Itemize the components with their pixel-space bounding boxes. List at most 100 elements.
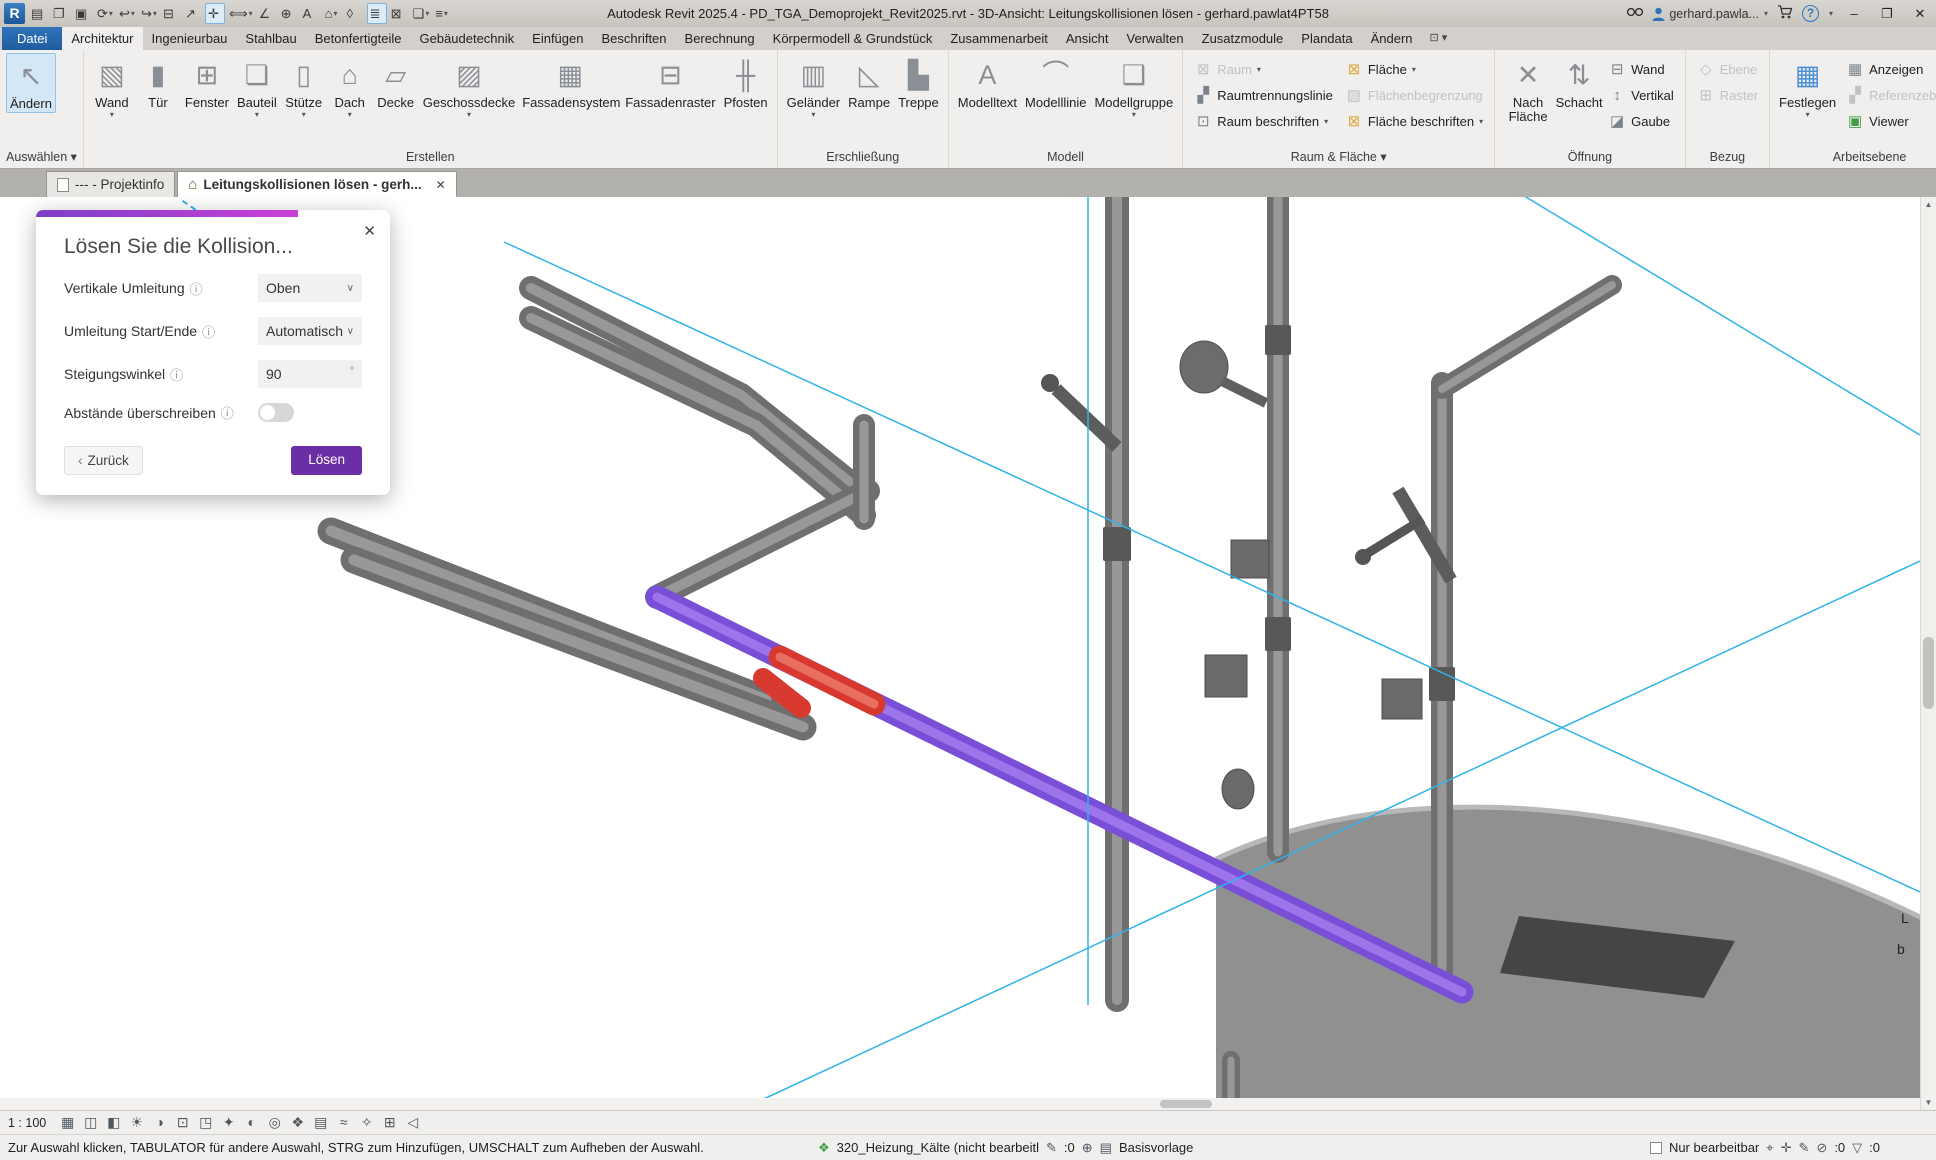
- open-icon[interactable]: ❐: [51, 3, 71, 24]
- info-icon[interactable]: ⓘ: [221, 403, 234, 422]
- highlight-displacement-icon[interactable]: ✧: [357, 1114, 376, 1131]
- dialog-close-icon[interactable]: ✕: [363, 222, 376, 240]
- tag-icon[interactable]: ⊕: [279, 3, 299, 24]
- active-design-option[interactable]: Basisvorlage: [1119, 1140, 1193, 1155]
- help-dropdown-icon[interactable]: ▾: [1829, 9, 1833, 18]
- field-select-vertikale-umleitung[interactable]: Oben∨: [258, 274, 362, 302]
- reveal-constraints-icon[interactable]: ⊞: [380, 1114, 399, 1131]
- lock-3d-view-icon[interactable]: ✦: [219, 1114, 238, 1131]
- reveal-hidden-elements-icon[interactable]: ◎: [265, 1114, 284, 1131]
- ribbon-tab-datei[interactable]: Datei: [2, 27, 62, 50]
- button-ebene[interactable]: ◇Ebene: [1697, 58, 1758, 80]
- sync-icon[interactable]: ⟳▾: [95, 3, 115, 24]
- close-button[interactable]: ✕: [1908, 6, 1932, 22]
- sun-path-icon[interactable]: ☀: [127, 1114, 146, 1131]
- info-icon[interactable]: ⓘ: [202, 322, 215, 341]
- button-flache[interactable]: ⊠Fläche▾: [1345, 58, 1483, 80]
- back-button[interactable]: ‹Zurück: [64, 446, 143, 475]
- button-decke[interactable]: ▱Decke: [374, 53, 418, 111]
- pin-icon[interactable]: ✛: [205, 3, 225, 24]
- ribbon-collapse-icon[interactable]: ⊡ ▾: [1422, 27, 1456, 50]
- ribbon-tab-verwalten[interactable]: Verwalten: [1118, 27, 1193, 50]
- button-festlegen[interactable]: ▦Festlegen▾: [1776, 53, 1839, 120]
- customize-icon[interactable]: ≡▾: [433, 3, 453, 24]
- thin-lines-icon[interactable]: ≣: [367, 3, 387, 24]
- button-wand[interactable]: ⊟Wand: [1608, 58, 1674, 80]
- button-schacht[interactable]: ⇅Schacht: [1557, 53, 1601, 111]
- ribbon-tab-gebaudetechnik[interactable]: Gebäudetechnik: [410, 27, 523, 50]
- save-icon[interactable]: ▣: [73, 3, 93, 24]
- select-toggle-icon[interactable]: ⌖: [1766, 1140, 1773, 1156]
- ribbon-tab-zusatzmodule[interactable]: Zusatzmodule: [1193, 27, 1293, 50]
- field-select-umleitung-start-ende[interactable]: Automatisch∨: [258, 317, 362, 345]
- analytical-model-icon[interactable]: ≈: [334, 1114, 353, 1131]
- undo-icon[interactable]: ↩▾: [117, 3, 137, 24]
- button-gelander[interactable]: ▥Geländer▾: [784, 53, 843, 120]
- scroll-down-icon[interactable]: ▼: [1921, 1095, 1936, 1110]
- file-menu-icon[interactable]: ▤: [29, 3, 49, 24]
- button-raumtrennungslinie[interactable]: ▞Raumtrennungslinie: [1194, 84, 1333, 106]
- worksharing-display-icon[interactable]: ❖: [288, 1114, 307, 1131]
- button-referenzebene[interactable]: ▞Referenzebene: [1846, 84, 1936, 106]
- detail-level-icon[interactable]: ◫: [81, 1114, 100, 1131]
- editable-only-checkbox[interactable]: [1650, 1142, 1662, 1154]
- button-vertikal[interactable]: ↕Vertikal: [1608, 84, 1674, 106]
- globe-icon[interactable]: ⊕: [1082, 1140, 1093, 1156]
- select-underlay-icon[interactable]: ✎: [1799, 1140, 1810, 1156]
- button-wand[interactable]: ▧Wand▾: [90, 53, 134, 120]
- view-tab-leitungskollisionen-losen-gerh[interactable]: ⌂Leitungskollisionen lösen - gerh...✕: [177, 171, 456, 197]
- collapse-icon[interactable]: ◁: [403, 1114, 422, 1131]
- info-icon[interactable]: ⓘ: [190, 279, 203, 298]
- shadows-icon[interactable]: ◑: [150, 1114, 169, 1131]
- button-flachenbegrenzung[interactable]: ▨Flächenbegrenzung: [1345, 84, 1483, 106]
- button-modelllinie[interactable]: ⌒Modelllinie: [1022, 53, 1089, 111]
- ribbon-tab-plandata[interactable]: Plandata: [1292, 27, 1361, 50]
- user-menu[interactable]: gerhard.pawla... ▾: [1652, 7, 1768, 21]
- temporary-hide-isolate-icon[interactable]: ◐: [242, 1114, 261, 1131]
- close-inactive-views-icon[interactable]: ⊠: [389, 3, 409, 24]
- ribbon-tab-architektur[interactable]: Architektur: [62, 27, 142, 50]
- minimize-button[interactable]: –: [1842, 6, 1866, 21]
- editable-count-icon[interactable]: ✎: [1046, 1140, 1057, 1156]
- button-stutze[interactable]: ▯Stütze▾: [282, 53, 326, 120]
- button-modelltext[interactable]: AModelltext: [955, 53, 1020, 111]
- design-options-icon[interactable]: ▤: [1100, 1140, 1112, 1156]
- button-rampe[interactable]: ◺Rampe: [845, 53, 893, 111]
- ribbon-tab-korpermodell-grundstuck[interactable]: Körpermodell & Grundstück: [764, 27, 942, 50]
- ribbon-tab-stahlbau[interactable]: Stahlbau: [236, 27, 305, 50]
- select-pinned-icon[interactable]: ⊘: [1816, 1140, 1827, 1156]
- ribbon-tab-andern[interactable]: Ändern: [1362, 27, 1422, 50]
- v-scroll-thumb[interactable]: [1923, 637, 1934, 709]
- button-flache-beschriften[interactable]: ⊠Fläche beschriften▾: [1345, 110, 1483, 132]
- ribbon-tab-betonfertigteile[interactable]: Betonfertigteile: [306, 27, 411, 50]
- button-raum[interactable]: ⊠Raum▾: [1194, 58, 1333, 80]
- info-icon[interactable]: ⓘ: [170, 365, 183, 384]
- view-scale-icon[interactable]: ▦: [58, 1114, 77, 1131]
- active-workset[interactable]: 320_Heizung_Kälte (nicht bearbeitl: [837, 1140, 1039, 1155]
- button-fenster[interactable]: ⊞Fenster: [182, 53, 232, 111]
- filter-icon[interactable]: ▽: [1852, 1140, 1862, 1156]
- button-tur[interactable]: ▮Tür: [136, 53, 180, 111]
- temporary-view-properties-icon[interactable]: ▤: [311, 1114, 330, 1131]
- button-andern[interactable]: ↖Ändern: [6, 53, 56, 113]
- button-fassadensystem[interactable]: ▦Fassadensystem: [520, 53, 620, 111]
- text-icon[interactable]: A: [301, 3, 321, 24]
- ribbon-tab-ansicht[interactable]: Ansicht: [1057, 27, 1118, 50]
- dimension-icon[interactable]: ∠: [257, 3, 277, 24]
- switch-windows-icon[interactable]: ❏▾: [411, 3, 432, 24]
- horizontal-scrollbar[interactable]: [0, 1098, 1920, 1110]
- restore-button[interactable]: ❐: [1875, 6, 1899, 22]
- button-pfosten[interactable]: ╫Pfosten: [721, 53, 771, 111]
- field-input-steigungswinkel[interactable]: 90°: [258, 360, 362, 388]
- button-raster[interactable]: ⊞Raster: [1697, 84, 1758, 106]
- search-icon[interactable]: [1627, 6, 1643, 21]
- show-crop-region-icon[interactable]: ◳: [196, 1114, 215, 1131]
- ribbon-tab-berechnung[interactable]: Berechnung: [676, 27, 764, 50]
- vertical-scrollbar[interactable]: ▲ ▼: [1920, 197, 1936, 1110]
- cart-icon[interactable]: [1777, 5, 1793, 22]
- button-geschossdecke[interactable]: ▨Geschossdecke▾: [420, 53, 519, 120]
- solve-button[interactable]: Lösen: [291, 446, 362, 475]
- ribbon-tab-beschriften[interactable]: Beschriften: [592, 27, 675, 50]
- ribbon-tab-zusammenarbeit[interactable]: Zusammenarbeit: [941, 27, 1057, 50]
- field-toggle-abstande-uberschreiben[interactable]: [258, 403, 294, 422]
